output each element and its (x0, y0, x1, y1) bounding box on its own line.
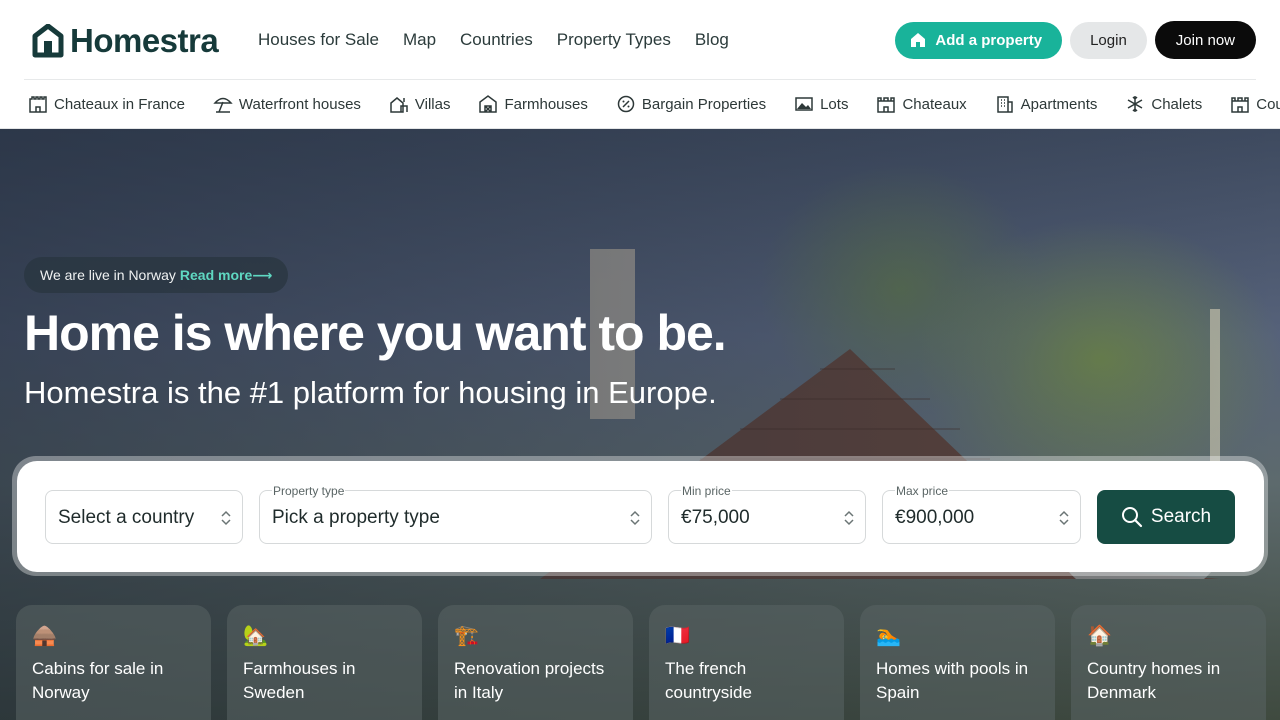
feature-card-sweden-farmhouses[interactable]: 🏡 Farmhouses in Sweden (227, 605, 422, 720)
property-type-label: Property type (272, 484, 346, 498)
feature-card-spain-pools[interactable]: 🏊 Homes with pools in Spain (860, 605, 1055, 720)
hut-icon: 🛖 (32, 623, 57, 647)
nav-property-types[interactable]: Property Types (557, 30, 671, 50)
search-icon (1121, 507, 1142, 528)
chevron-up-down-icon (630, 510, 640, 526)
category-label: Villas (414, 95, 451, 113)
property-type-value: Pick a property type (272, 507, 440, 528)
header-actions: Add a property Login Join now (895, 21, 1256, 59)
farmhouse-icon (479, 95, 498, 113)
add-property-label: Add a property (935, 31, 1043, 49)
category-country[interactable]: Cou (1230, 94, 1280, 114)
nav-houses-for-sale[interactable]: Houses for Sale (258, 30, 379, 50)
feature-card-denmark-country-homes[interactable]: 🏠 Country homes in Denmark (1071, 605, 1266, 720)
announcement-text: We are live in Norway (40, 267, 176, 283)
feature-card-title: Farmhouses in Sweden (243, 659, 356, 702)
snowflake-icon (1128, 96, 1143, 112)
category-list: Chateaux in France Waterfront houses Vil… (28, 80, 1280, 128)
feature-card-title: Cabins for sale in Norway (32, 659, 164, 702)
house-garden-icon: 🏡 (243, 623, 268, 647)
swimmer-icon: 🏊 (876, 623, 901, 647)
category-farmhouses[interactable]: Farmhouses (478, 94, 588, 114)
login-button[interactable]: Login (1070, 21, 1147, 59)
chevron-up-down-icon (1059, 510, 1069, 526)
category-bargain-properties[interactable]: Bargain Properties (616, 94, 766, 114)
house-logo-icon (32, 24, 64, 58)
category-chateaux[interactable]: Chateaux (876, 94, 967, 114)
category-label: Cou (1256, 95, 1280, 113)
feature-card-title: The french countryside (665, 659, 752, 702)
building-icon (996, 96, 1013, 113)
villa-icon (390, 97, 408, 113)
castle-icon (1231, 97, 1249, 113)
category-lots[interactable]: Lots (794, 94, 848, 114)
castle-icon (877, 97, 896, 113)
category-chalets[interactable]: Chalets (1125, 94, 1202, 114)
category-villas[interactable]: Villas (389, 94, 451, 114)
add-property-button[interactable]: Add a property (895, 21, 1063, 59)
min-price-select[interactable]: Min price €75,000 (668, 484, 866, 544)
feature-cards: 🛖 Cabins for sale in Norway 🏡 Farmhouses… (16, 605, 1266, 720)
home-icon (911, 33, 926, 47)
nav-blog[interactable]: Blog (695, 30, 729, 50)
category-label: Chateaux (902, 95, 967, 113)
join-now-button[interactable]: Join now (1154, 21, 1256, 59)
france-flag-icon: 🇫🇷 (665, 623, 690, 647)
category-label: Chateaux in France (54, 95, 185, 113)
hero-section: We are live in Norway Read more⟶ Home is… (0, 129, 1280, 720)
category-label: Apartments (1020, 95, 1098, 113)
max-price-label: Max price (895, 484, 950, 498)
site-header: Homestra Houses for Sale Map Countries P… (0, 0, 1280, 80)
chevron-up-down-icon (844, 510, 854, 526)
landscape-icon (795, 97, 813, 111)
castle-icon (29, 96, 47, 113)
hero-subtitle: Homestra is the #1 platform for housing … (24, 375, 717, 410)
search-button[interactable]: Search (1097, 490, 1235, 544)
read-more-link[interactable]: Read more⟶ (180, 267, 272, 284)
announcement-pill[interactable]: We are live in Norway Read more⟶ (24, 257, 289, 293)
category-label: Bargain Properties (641, 95, 767, 113)
feature-card-french-countryside[interactable]: 🇫🇷 The french countryside (649, 605, 844, 720)
max-price-value: €900,000 (895, 507, 975, 528)
category-label: Chalets (1151, 95, 1203, 113)
category-chateaux-in-france[interactable]: Chateaux in France (28, 94, 185, 114)
construction-icon: 🏗️ (454, 623, 479, 647)
house-icon: 🏠 (1087, 623, 1112, 647)
min-price-label: Min price (681, 484, 732, 498)
search-button-label: Search (1150, 506, 1212, 527)
max-price-select[interactable]: Max price €900,000 (882, 484, 1081, 544)
feature-card-title: Country homes in Denmark (1087, 659, 1221, 702)
main-nav: Houses for Sale Map Countries Property T… (258, 30, 729, 50)
hero-title: Home is where you want to be. (24, 305, 727, 361)
nav-countries[interactable]: Countries (460, 30, 533, 50)
category-label: Lots (820, 95, 849, 113)
category-label: Farmhouses (504, 95, 588, 113)
brand-name: Homestra (70, 22, 219, 59)
category-label: Waterfront houses (238, 95, 361, 113)
search-card: Select a country Property type Pick a pr… (17, 461, 1264, 572)
feature-card-italy-renovation[interactable]: 🏗️ Renovation projects in Italy (438, 605, 633, 720)
min-price-value: €75,000 (681, 507, 750, 528)
property-type-select[interactable]: Property type Pick a property type (259, 484, 652, 544)
feature-card-title: Homes with pools in Spain (876, 659, 1029, 702)
header-inner: Homestra Houses for Sale Map Countries P… (24, 0, 1256, 80)
category-waterfront-houses[interactable]: Waterfront houses (213, 94, 361, 114)
feature-card-norway-cabins[interactable]: 🛖 Cabins for sale in Norway (16, 605, 211, 720)
country-select-value: Select a country (58, 507, 195, 528)
chevron-up-down-icon (221, 510, 231, 526)
category-apartments[interactable]: Apartments (995, 94, 1098, 114)
country-select[interactable]: Select a country (45, 490, 243, 544)
nav-map[interactable]: Map (403, 30, 436, 50)
discount-icon (617, 95, 635, 113)
category-bar: Chateaux in France Waterfront houses Vil… (0, 80, 1280, 129)
logo[interactable]: Homestra (32, 22, 219, 60)
feature-card-title: Renovation projects in Italy (454, 659, 605, 702)
beach-umbrella-icon (213, 97, 233, 113)
